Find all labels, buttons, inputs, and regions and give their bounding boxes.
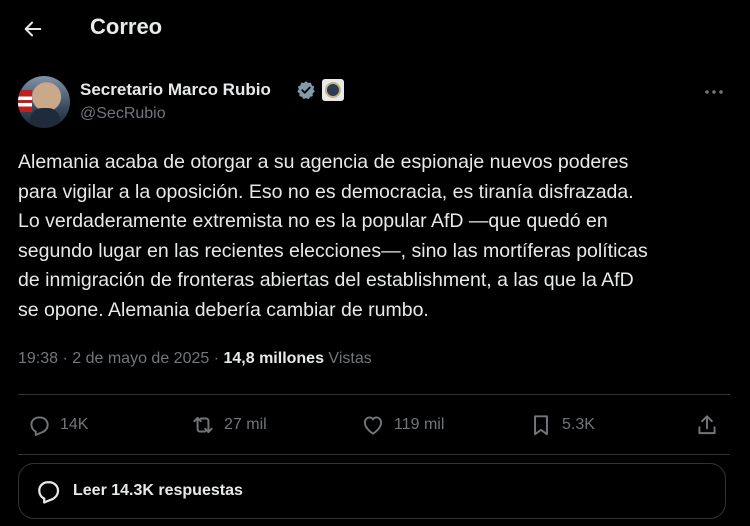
more-dots-icon — [705, 90, 723, 94]
tweet-line: segundo lugar en las recientes eleccione… — [18, 239, 648, 262]
author-row: Secretario Marco Rubio @SecRubio — [18, 74, 732, 130]
top-bar: Correo — [0, 0, 750, 56]
repost-count: 27 mil — [224, 416, 267, 433]
meta-separator: · — [209, 350, 224, 367]
views-label: Vistas — [323, 350, 372, 367]
read-replies-label: Leer 14.3K respuestas — [73, 482, 243, 499]
heart-icon — [363, 416, 383, 435]
action-bar: 14K 27 mil 119 mil 5.3K — [18, 405, 730, 445]
tweet-date[interactable]: 2 de mayo de 2025 — [72, 350, 209, 367]
flag-decoration — [18, 90, 32, 112]
verified-badge-icon[interactable] — [296, 80, 316, 100]
government-seal-icon[interactable] — [322, 79, 344, 101]
more-options-button[interactable] — [702, 82, 726, 102]
tweet-line: Lo verdaderamente extremista no es la po… — [18, 210, 608, 232]
avatar[interactable] — [18, 76, 70, 128]
read-replies-button[interactable]: Leer 14.3K respuestas — [18, 463, 726, 519]
share-icon — [698, 415, 716, 435]
reply-icon — [38, 481, 60, 504]
tweet-text: Alemania acaba de otorgar a su agencia d… — [18, 148, 730, 325]
repost-button[interactable]: 27 mil — [190, 405, 267, 445]
author-name[interactable]: Secretario Marco Rubio — [80, 80, 271, 100]
tweet-metadata: 19:38 · 2 de mayo de 2025 · 14,8 millone… — [18, 350, 372, 368]
tweet-time[interactable]: 19:38 — [18, 350, 58, 367]
author-handle[interactable]: @SecRubio — [80, 105, 166, 123]
back-button[interactable] — [18, 14, 48, 44]
meta-separator: · — [58, 350, 73, 367]
divider — [18, 394, 730, 395]
like-count: 119 mil — [394, 416, 445, 433]
reply-count: 14K — [60, 416, 89, 433]
views-count[interactable]: 14,8 millones — [223, 350, 324, 367]
bookmark-button[interactable]: 5.3K — [528, 405, 595, 445]
divider — [18, 454, 730, 455]
reply-icon — [30, 416, 49, 436]
reply-button[interactable]: 14K — [26, 405, 88, 445]
avatar-suit — [30, 108, 60, 128]
bookmark-icon — [534, 415, 548, 436]
repost-icon — [193, 416, 213, 434]
bookmark-count: 5.3K — [562, 416, 595, 433]
page-title: Correo — [90, 14, 163, 39]
share-button[interactable] — [694, 405, 720, 445]
like-button[interactable]: 119 mil — [360, 405, 444, 445]
tweet-line: de inmigración de fronteras abiertas del… — [18, 269, 634, 291]
arrow-left-icon — [24, 21, 42, 37]
tweet-line: se opone. Alemania debería cambiar de ru… — [18, 298, 429, 321]
tweet-line: Alemania acaba de otorgar a su agencia d… — [18, 151, 629, 173]
tweet-line: para vigilar a la oposición. Eso no es d… — [18, 180, 634, 203]
